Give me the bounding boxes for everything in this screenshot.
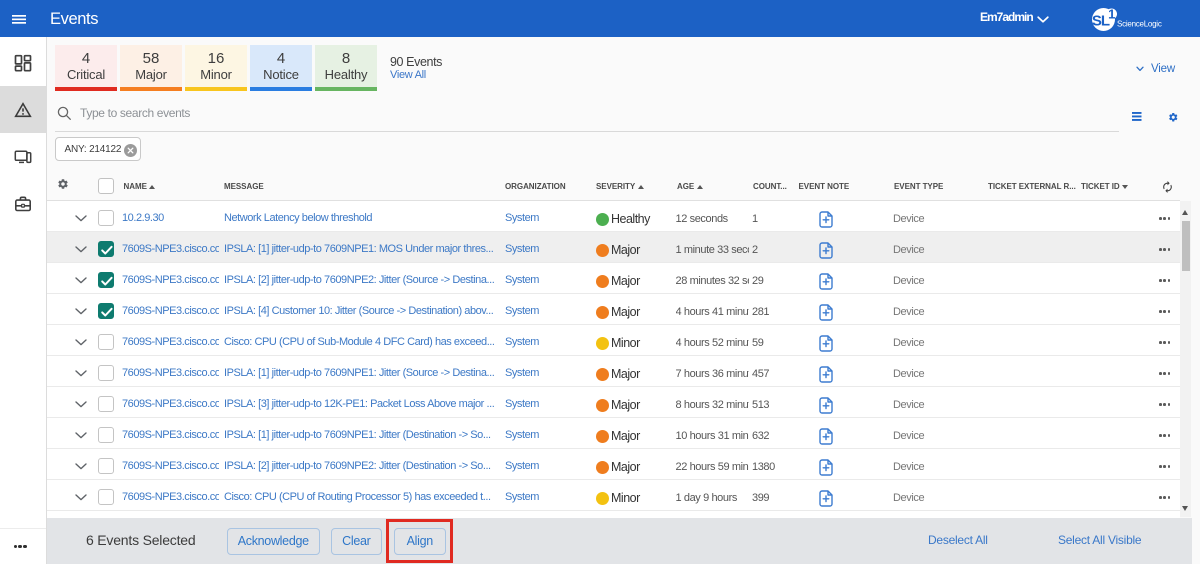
svg-text:ScienceLogic: ScienceLogic (1117, 20, 1162, 29)
svg-text:1: 1 (1108, 7, 1115, 22)
